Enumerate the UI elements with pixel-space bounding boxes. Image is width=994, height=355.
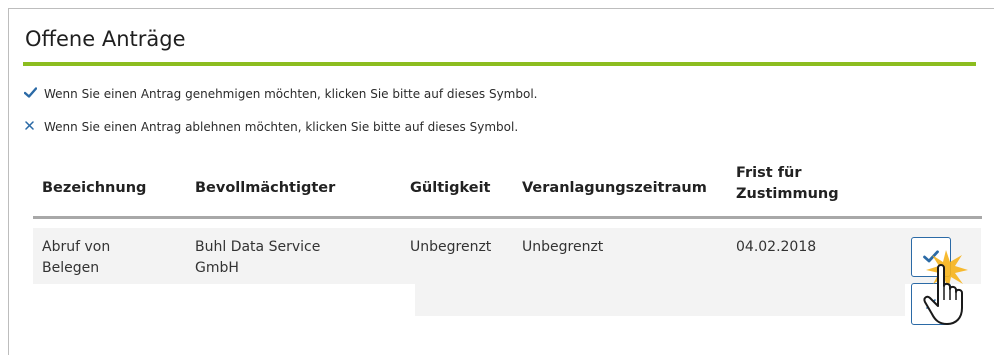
checkmark-icon [23, 87, 44, 101]
column-header-frist-line1: Frist für [736, 165, 802, 181]
cell-frist: 04.02.2018 [736, 239, 817, 255]
info-reject-row: Wenn Sie einen Antrag ablehnen möchten, … [24, 120, 518, 134]
click-highlight [923, 250, 968, 325]
column-header-bevollmaechtigter: Bevollmächtigter [195, 180, 336, 196]
column-header-veranlagungszeitraum: Veranlagungszeitraum [522, 180, 707, 196]
cell-bevollmaechtigter: Buhl Data Service GmbH [195, 237, 320, 279]
title-divider [23, 62, 976, 66]
cell-bevollmaechtigter-line1: Buhl Data Service [195, 239, 321, 255]
info-approve-text: Wenn Sie einen Antrag genehmigen möchten… [44, 87, 538, 101]
close-icon [24, 120, 44, 134]
page-title: Offene Anträge [25, 27, 186, 51]
column-header-frist-line2: Zustimmung [736, 186, 839, 202]
cell-bezeichnung-line1: Abruf von [42, 239, 111, 255]
cell-bezeichnung: Abruf von Belegen [42, 237, 110, 279]
cell-bevollmaechtigter-line2: GmbH [195, 260, 239, 276]
table-header-divider [33, 216, 982, 219]
table-row-extension [415, 284, 905, 316]
hand-pointer-icon [923, 264, 963, 325]
cell-bezeichnung-line2: Belegen [42, 260, 100, 276]
column-header-bezeichnung: Bezeichnung [42, 180, 147, 196]
column-header-frist: Frist für Zustimmung [736, 163, 839, 205]
table-row [33, 228, 981, 284]
cell-gueltigkeit: Unbegrenzt [410, 239, 492, 255]
column-header-gueltigkeit: Gültigkeit [410, 180, 491, 196]
info-reject-text: Wenn Sie einen Antrag ablehnen möchten, … [44, 120, 519, 134]
cell-veranlagungszeitraum: Unbegrenzt [522, 239, 604, 255]
info-approve-row: Wenn Sie einen Antrag genehmigen möchten… [23, 87, 538, 101]
